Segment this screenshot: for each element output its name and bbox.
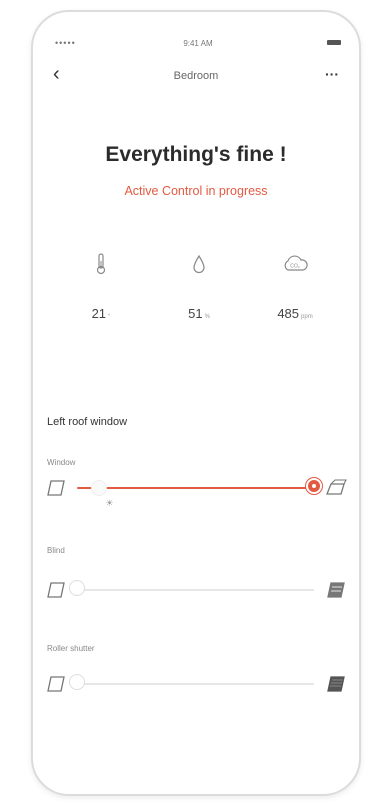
control-label-window: Window (47, 458, 76, 467)
slider-track[interactable]: ☀ (77, 478, 322, 508)
slider-fill (77, 487, 314, 489)
phone-frame: ••••• 9:41 AM ‹ Bedroom ··· Everything's… (31, 10, 361, 796)
metric-humidity: 51% (159, 252, 239, 321)
window-closed-icon[interactable] (45, 478, 67, 498)
blind-slider-thumb[interactable] (69, 580, 85, 596)
status-headline: Everything's fine ! (105, 143, 287, 166)
window-closed-icon[interactable] (45, 580, 67, 600)
status-subline: Active Control in progress (124, 184, 268, 198)
window-closed-icon[interactable] (45, 674, 67, 694)
window-slider[interactable]: ☀ (33, 478, 359, 508)
window-slider-thumb[interactable] (306, 478, 322, 494)
humidity-drop-icon (193, 254, 205, 274)
page-title: Bedroom (173, 70, 219, 82)
thermometer-icon (96, 253, 106, 275)
slider-track[interactable] (69, 674, 314, 690)
metric-value-humidity: 51% (188, 306, 210, 321)
nav-bar: ‹ Bedroom ··· (33, 64, 359, 88)
window-open-icon[interactable] (323, 478, 347, 498)
status-time: 9:41 AM (183, 39, 213, 48)
metric-value-co2: 485 ppm (277, 306, 313, 321)
metric-co2: CO₂ 485 ppm (255, 252, 335, 321)
roller-shutter-slider[interactable] (33, 674, 359, 704)
section-title: Left roof window (47, 416, 128, 428)
metric-temperature: 21 ° (61, 252, 141, 321)
metric-value-temperature: 21 ° (91, 306, 111, 321)
more-dots-icon[interactable]: ··· (325, 66, 339, 82)
control-label-roller-shutter: Roller shutter (47, 644, 95, 653)
blind-closed-icon[interactable] (325, 580, 347, 600)
control-label-blind: Blind (47, 546, 65, 555)
svg-text:CO₂: CO₂ (290, 264, 300, 270)
blind-slider[interactable] (33, 580, 359, 610)
status-bar: ••••• 9:41 AM (55, 38, 341, 50)
slider-ghost-thumb (91, 480, 108, 496)
sun-marker-icon: ☀ (105, 498, 114, 508)
roller-shutter-slider-thumb[interactable] (69, 674, 85, 690)
slider-track[interactable] (69, 580, 314, 596)
shutter-closed-icon[interactable] (325, 674, 347, 694)
battery-icon (327, 40, 341, 45)
co2-cloud-icon: CO₂ (284, 255, 308, 271)
